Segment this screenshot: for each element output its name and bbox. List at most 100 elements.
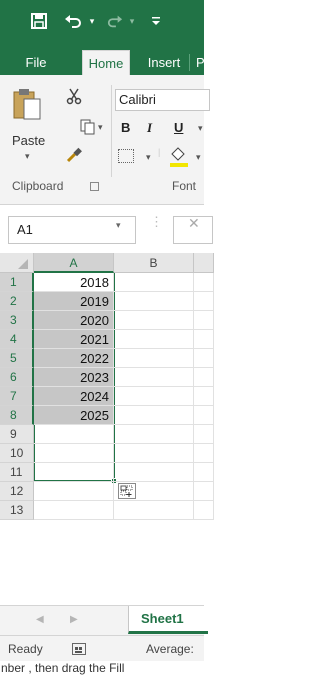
row-header[interactable]: 3 xyxy=(0,311,34,330)
paste-button[interactable]: Paste xyxy=(12,133,45,148)
cell-a2[interactable]: 2019 xyxy=(34,292,114,311)
customize-qat-icon[interactable] xyxy=(150,10,162,32)
column-header-b[interactable]: B xyxy=(114,253,194,273)
cell-a5[interactable]: 2022 xyxy=(34,349,114,368)
cell-c9[interactable] xyxy=(194,425,214,444)
redo-icon xyxy=(106,10,124,32)
font-name-box[interactable]: Calibri xyxy=(115,89,210,111)
cell-c8[interactable] xyxy=(194,406,214,425)
row-header[interactable]: 4 xyxy=(0,330,34,349)
cell-c3[interactable] xyxy=(194,311,214,330)
macro-recording-icon[interactable] xyxy=(72,643,86,655)
row-header[interactable]: 5 xyxy=(0,349,34,368)
format-painter-icon[interactable] xyxy=(64,147,84,165)
underline-dropdown-icon[interactable]: ▾ xyxy=(198,123,203,134)
tab-file[interactable]: File xyxy=(16,50,56,75)
save-icon[interactable] xyxy=(29,10,49,32)
cell-a6[interactable]: 2023 xyxy=(34,368,114,387)
cell-b13[interactable] xyxy=(114,501,194,520)
row-header[interactable]: 6 xyxy=(0,368,34,387)
tab-home[interactable]: Home xyxy=(82,50,130,75)
prev-sheet-icon[interactable]: ◀ xyxy=(36,614,44,625)
cell-c1[interactable] xyxy=(194,273,214,292)
cut-icon[interactable] xyxy=(64,87,84,105)
column-header-c[interactable] xyxy=(194,253,214,273)
undo-icon[interactable] xyxy=(62,10,84,32)
cell-b7[interactable] xyxy=(114,387,194,406)
group-separator xyxy=(111,85,112,177)
paste-icon[interactable] xyxy=(12,87,42,121)
row-header[interactable]: 7 xyxy=(0,387,34,406)
cell-c11[interactable] xyxy=(194,463,214,482)
fill-color-icon[interactable] xyxy=(170,147,186,164)
cancel-icon[interactable]: ✕ xyxy=(188,215,200,232)
next-sheet-icon[interactable]: ▶ xyxy=(70,614,78,625)
cell-b9[interactable] xyxy=(114,425,194,444)
row-header[interactable]: 8 xyxy=(0,406,34,425)
tab-page-layout[interactable]: P xyxy=(196,50,206,75)
worksheet-grid[interactable]: A B 1 2018 2 2019 3 2020 4 2021 5 2022 6 2023 7 2024 8… xyxy=(0,253,214,605)
cell-a10[interactable] xyxy=(34,444,114,463)
cell-c6[interactable] xyxy=(194,368,214,387)
formula-bar-splitter[interactable]: ⋮ xyxy=(150,214,163,230)
fill-color-dropdown-icon[interactable]: ▾ xyxy=(196,152,201,163)
cell-a8[interactable]: 2025 xyxy=(34,406,114,425)
cell-b10[interactable] xyxy=(114,444,194,463)
row-header[interactable]: 10 xyxy=(0,444,34,463)
cell-a12[interactable] xyxy=(34,482,114,501)
caption-text: nber , then drag the Fill xyxy=(0,661,204,675)
bold-button[interactable]: B xyxy=(121,120,130,135)
cell-a7[interactable]: 2024 xyxy=(34,387,114,406)
cell-b1[interactable] xyxy=(114,273,194,292)
cell-c12[interactable] xyxy=(194,482,214,501)
undo-dropdown-icon[interactable]: ▾ xyxy=(88,10,96,32)
borders-icon[interactable] xyxy=(118,149,134,163)
row-header[interactable]: 11 xyxy=(0,463,34,482)
row-header[interactable]: 13 xyxy=(0,501,34,520)
cell-c10[interactable] xyxy=(194,444,214,463)
font-group-label: Font xyxy=(172,179,197,193)
cell-a3[interactable]: 2020 xyxy=(34,311,114,330)
sheet-tab-sheet1[interactable]: Sheet1 xyxy=(128,606,208,634)
borders-dropdown-icon[interactable]: ▾ xyxy=(146,152,151,163)
select-all-button[interactable] xyxy=(0,253,34,273)
tab-separator xyxy=(189,54,190,71)
cell-b6[interactable] xyxy=(114,368,194,387)
column-header-a[interactable]: A xyxy=(34,253,114,273)
cell-c7[interactable] xyxy=(194,387,214,406)
cell-a13[interactable] xyxy=(34,501,114,520)
cell-a9[interactable] xyxy=(34,425,114,444)
cell-b12[interactable] xyxy=(114,482,194,501)
ribbon-divider: | xyxy=(158,147,161,157)
fill-color-swatch xyxy=(170,163,188,167)
cell-b4[interactable] xyxy=(114,330,194,349)
cell-a4[interactable]: 2021 xyxy=(34,330,114,349)
row-header[interactable]: 1 xyxy=(0,273,34,292)
cell-a1[interactable]: 2018 xyxy=(34,273,114,292)
italic-button[interactable]: I xyxy=(147,120,152,136)
row-header[interactable]: 9 xyxy=(0,425,34,444)
title-bar: ▾ ▾ xyxy=(0,0,204,45)
tab-insert[interactable]: Insert xyxy=(140,50,188,75)
cell-b11[interactable] xyxy=(114,463,194,482)
cell-c2[interactable] xyxy=(194,292,214,311)
cell-c5[interactable] xyxy=(194,349,214,368)
cell-b2[interactable] xyxy=(114,292,194,311)
formula-bar: A1 xyxy=(0,205,213,253)
cell-b3[interactable] xyxy=(114,311,194,330)
name-box-dropdown-icon[interactable]: ▾ xyxy=(116,220,121,231)
cell-c13[interactable] xyxy=(194,501,214,520)
paste-dropdown-icon[interactable]: ▾ xyxy=(25,151,30,162)
underline-button[interactable]: U xyxy=(174,120,183,135)
cell-c4[interactable] xyxy=(194,330,214,349)
row-header[interactable]: 12 xyxy=(0,482,34,501)
cell-a11[interactable] xyxy=(34,463,114,482)
cell-b8[interactable] xyxy=(114,406,194,425)
clipboard-launcher-icon[interactable] xyxy=(90,182,99,191)
row-header[interactable]: 2 xyxy=(0,292,34,311)
copy-dropdown-icon[interactable]: ▾ xyxy=(98,122,103,133)
copy-icon[interactable] xyxy=(78,118,98,136)
cell-b5[interactable] xyxy=(114,349,194,368)
select-all-icon xyxy=(18,259,28,269)
sheet-tab-bar: ◀ ▶ Sheet1 xyxy=(0,605,208,635)
